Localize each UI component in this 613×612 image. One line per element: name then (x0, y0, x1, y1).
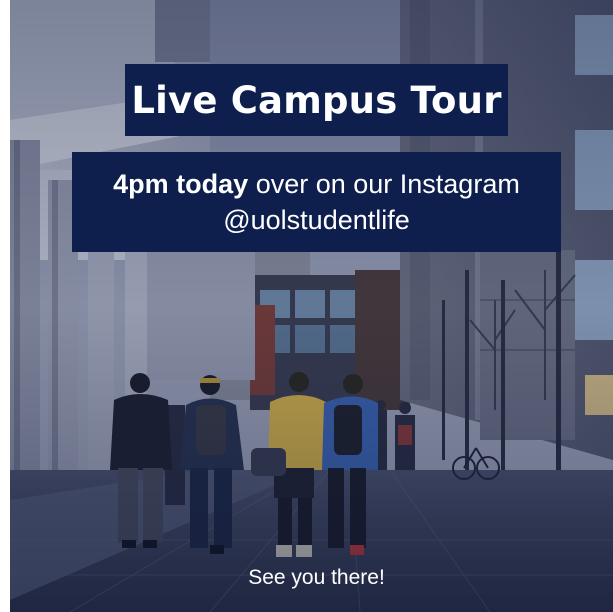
title-banner: Live Campus Tour (125, 64, 508, 136)
event-title: Live Campus Tour (131, 78, 502, 122)
instagram-handle[interactable]: @uolstudentlife (72, 202, 561, 238)
event-time-line: 4pm today over on our Instagram (72, 166, 561, 202)
event-info-banner: 4pm today over on our Instagram @uolstud… (72, 152, 561, 252)
poster: Live Campus Tour 4pm today over on our I… (0, 0, 613, 612)
event-location: over on our Instagram (248, 169, 520, 199)
event-time: 4pm today (113, 169, 249, 199)
footer-message: See you there! (248, 566, 385, 589)
